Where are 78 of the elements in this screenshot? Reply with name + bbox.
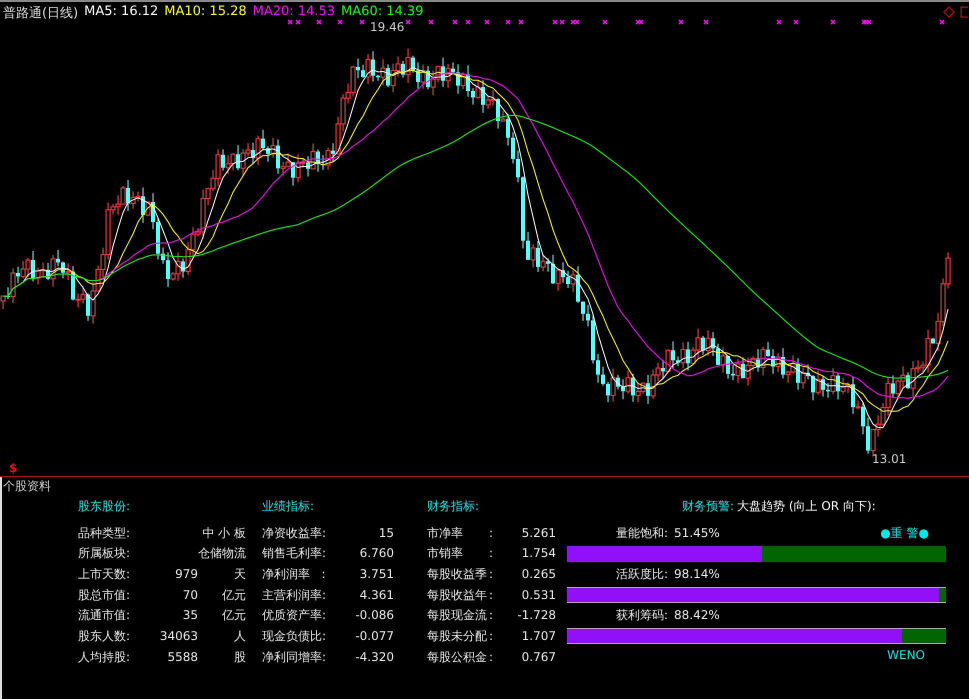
field-label: 每股收益年: [427, 586, 488, 604]
colon-label: :: [489, 566, 494, 584]
field-value: -1.728: [516, 607, 556, 624]
meter-label: 获利筹码:: [616, 607, 668, 624]
field-label: 每股收益季: [427, 566, 488, 584]
colon-label: :: [489, 586, 494, 604]
panel-title: 个股资料: [3, 478, 52, 495]
unit-label: 亿元: [221, 607, 246, 624]
meter-reading: 51.45%: [674, 524, 720, 542]
field-label: 所属板块:: [78, 545, 132, 562]
field-label: 上市天数:: [78, 566, 132, 584]
field-value: 979: [174, 566, 198, 584]
unit-label: 人: [233, 628, 246, 646]
field-label: 人均持股:: [78, 648, 132, 666]
meter-reading: 88.42%: [674, 607, 720, 624]
field-label: 品种类型:: [78, 524, 132, 542]
colon-label: :: [489, 648, 494, 666]
moving-average-label: MA5: 16.12: [84, 4, 158, 21]
chart-title: 普路通(日线): [3, 4, 78, 22]
field-value: 5588: [166, 648, 198, 666]
field-value: 70: [182, 586, 198, 604]
field-value: 35: [182, 607, 198, 624]
trend-label: 大盘趋势 (向上 OR 向下):: [737, 498, 876, 515]
low-price-label: 13.01: [872, 452, 906, 466]
field-label: 每股未分配: [427, 628, 488, 646]
field-value: -0.077: [354, 628, 394, 646]
field-label: 净利润率 :: [262, 566, 326, 584]
field-label: 净资收益率:: [262, 524, 328, 542]
meter-label: 活跃度比:: [616, 566, 668, 584]
high-price-label: 19.46: [370, 20, 404, 34]
colon-label: :: [489, 524, 494, 542]
field-label: 市净率: [427, 524, 464, 542]
unit-label: 股: [233, 648, 246, 666]
field-label: 优质资产率:: [262, 607, 328, 624]
moving-average-label: MA20: 14.53: [252, 4, 336, 21]
field-label: 股东人数:: [78, 628, 132, 646]
field-label: 股总市值:: [78, 586, 132, 604]
field-label: 每股现金流: [427, 607, 488, 624]
moving-average-label: MA10: 15.28: [164, 4, 247, 21]
field-label: 销售毛利率:: [262, 545, 328, 562]
meter-reading: 98.14%: [674, 566, 720, 584]
field-label: 流通市值:: [78, 607, 132, 624]
moving-average-label: MA60: 14.39: [341, 4, 424, 21]
footer-label: WENO: [887, 646, 925, 663]
meter-label: 量能饱和:: [616, 524, 668, 542]
colon-label: :: [489, 545, 494, 562]
field-value: 0.265: [520, 566, 556, 584]
section-heading: 业绩指标:: [262, 498, 316, 515]
colon-label: :: [489, 628, 494, 646]
field-value: 3.751: [358, 566, 394, 584]
field-value: -0.086: [354, 607, 394, 624]
field-value: 6.760: [358, 545, 394, 562]
field-label: 每股公积金: [427, 648, 488, 666]
alert-label: ●重 警●: [880, 524, 929, 542]
field-value: 34063: [158, 628, 198, 646]
section-heading: 财务指标:: [427, 498, 480, 515]
panel-toggle-icon[interactable]: [960, 6, 968, 18]
field-value: 仓储物流: [197, 545, 246, 562]
section-heading: 股东股份:: [78, 498, 132, 515]
field-value: 15: [378, 524, 394, 542]
field-label: 主营利润率:: [262, 586, 328, 604]
field-value: 0.531: [520, 586, 556, 604]
field-value: -4.320: [354, 648, 394, 666]
section-heading: 财务预警:: [682, 498, 734, 515]
field-label: 市销率: [427, 545, 464, 562]
field-value: 5.261: [520, 524, 556, 542]
colon-label: :: [489, 607, 494, 624]
field-value: 1.707: [520, 628, 556, 646]
field-value: 中 小 板: [201, 524, 246, 542]
marker-symbol: $: [9, 462, 18, 475]
unit-label: 亿元: [221, 586, 246, 604]
field-value: 0.767: [520, 648, 556, 666]
field-value: 1.754: [520, 545, 556, 562]
field-label: 净利同增率:: [262, 648, 328, 666]
diamond-icon[interactable]: [943, 6, 955, 18]
unit-label: 天: [233, 566, 246, 584]
field-label: 现金负债比:: [262, 628, 328, 646]
field-value: 4.361: [358, 586, 394, 604]
